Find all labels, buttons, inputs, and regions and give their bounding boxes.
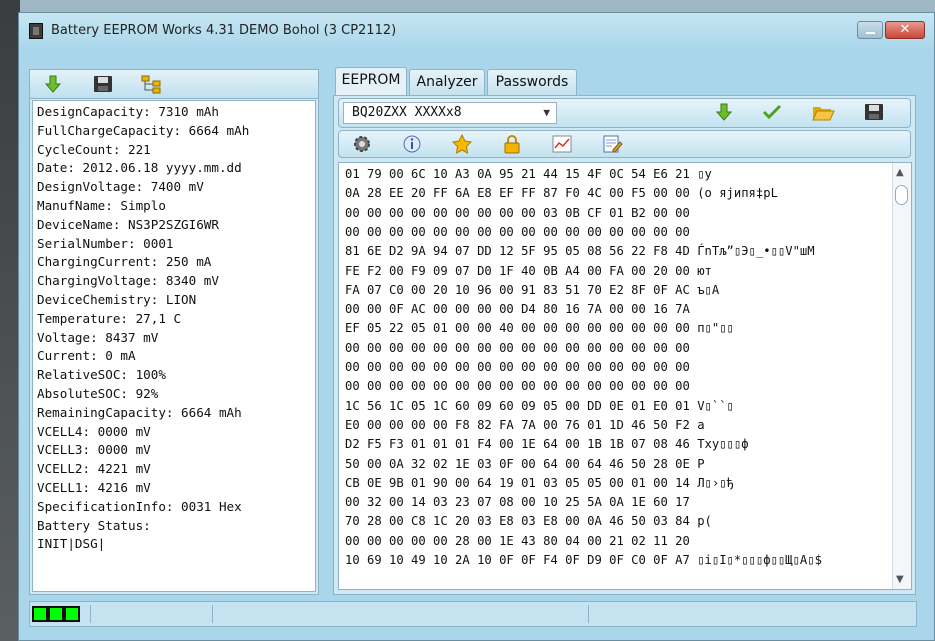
info-line: DesignVoltage: 7400 mV — [37, 179, 204, 195]
info-line: DesignCapacity: 7310 mAh — [37, 104, 219, 119]
hex-row: 00 00 00 00 00 00 00 00 00 00 00 00 00 0… — [345, 340, 690, 355]
hex-row: 00 00 0F AC 00 00 00 00 D4 80 16 7A 00 0… — [345, 302, 690, 317]
info-line: AbsoluteSOC: 92% — [37, 385, 159, 401]
title-bar[interactable]: Battery EEPROM Works 4.31 DEMO Bohol (3 … — [19, 13, 934, 51]
info-line: INIT|DSG| — [37, 536, 106, 552]
info-line: Battery Status: — [37, 517, 151, 533]
close-button[interactable]: ✕ — [885, 21, 925, 39]
battery-info-panel: DesignCapacity: 7310 mAh FullChargeCapaci… — [29, 69, 319, 595]
info-line: VCELL2: 4221 mV — [37, 461, 151, 477]
status-led-2 — [48, 606, 64, 622]
info-line: Current: 0 mA — [37, 348, 136, 364]
hex-row: 00 00 00 00 00 00 00 00 00 00 00 00 00 0… — [345, 360, 690, 374]
hex-row: FA 07 C0 00 20 10 96 00 91 83 51 70 E2 8… — [345, 282, 720, 297]
hex-row: 81 6E D2 9A 94 07 DD 12 5F 95 05 08 56 2… — [345, 244, 815, 259]
hex-row: D2 F5 F3 01 01 01 F4 00 1E 64 00 1B 1B 0… — [345, 437, 749, 452]
hex-row: 00 00 00 00 00 00 00 00 00 03 0B CF 01 B… — [345, 205, 690, 220]
chart-icon[interactable] — [551, 134, 573, 154]
lock-icon[interactable] — [501, 134, 523, 154]
status-separator — [212, 605, 213, 623]
info-icon[interactable] — [401, 134, 423, 154]
info-line: DeviceChemistry: LION — [37, 291, 197, 307]
desktop-edge — [0, 0, 20, 641]
eeprom-toolbar: BQ20ZXX XXXXx8 ▼ — [338, 98, 911, 128]
info-line: ManufName: Simplo — [37, 197, 166, 213]
hex-row: 00 00 00 00 00 28 00 1E 43 80 04 00 21 0… — [345, 533, 690, 548]
scroll-down-icon[interactable]: ▼ — [896, 574, 904, 585]
hex-row: 10 69 10 49 10 2A 10 0F 0F F4 0F D9 0F C… — [345, 553, 822, 567]
hex-row: 70 28 00 C8 1C 20 03 E8 03 E8 00 0A 46 5… — [345, 514, 712, 529]
chip-select-value: BQ20ZXX XXXXx8 — [352, 105, 462, 120]
info-line: Date: 2012.06.18 yyyy.mm.dd — [37, 160, 242, 176]
save-icon[interactable] — [92, 74, 114, 94]
hex-row: 50 00 0A 32 02 1E 03 0F 00 64 00 64 46 5… — [345, 456, 705, 471]
info-line: DeviceName: NS3P2SZGI6WR — [37, 216, 219, 232]
hex-row: 0A 28 EE 20 FF 6A E8 EF FF 87 F0 4C 00 F… — [345, 186, 778, 201]
eeprom-tab-body: BQ20ZXX XXXXx8 ▼ 01 79 00 6C 10 A3 0A 95… — [333, 95, 916, 595]
status-led-1 — [32, 606, 48, 622]
info-line: VCELL3: 0000 mV — [37, 442, 151, 458]
checkmark-icon[interactable] — [761, 102, 783, 122]
tab-eeprom[interactable]: EEPROM — [335, 67, 407, 95]
edit-document-icon[interactable] — [601, 134, 623, 154]
info-line: RelativeSOC: 100% — [37, 367, 166, 383]
hex-row: 00 32 00 14 03 23 07 08 00 10 25 5A 0A 1… — [345, 495, 690, 510]
info-line: CycleCount: 221 — [37, 141, 151, 157]
hex-row: 01 79 00 6C 10 A3 0A 95 21 44 15 4F 0C 5… — [345, 167, 712, 181]
battery-info-list: DesignCapacity: 7310 mAh FullChargeCapaci… — [32, 100, 316, 592]
download-arrow-icon[interactable] — [42, 74, 64, 94]
hex-row: 00 00 00 00 00 00 00 00 00 00 00 00 00 0… — [345, 379, 690, 394]
info-line: Voltage: 8437 mV — [37, 329, 159, 345]
left-toolbar — [30, 70, 318, 99]
status-separator — [90, 605, 91, 623]
open-folder-icon[interactable] — [811, 102, 835, 122]
eeprom-hex-view[interactable]: 01 79 00 6C 10 A3 0A 95 21 44 15 4F 0C 5… — [338, 162, 912, 590]
info-line: ChargingCurrent: 250 mA — [37, 254, 212, 270]
chevron-down-icon[interactable]: ▼ — [543, 103, 550, 123]
hex-row: 00 00 00 00 00 00 00 00 00 00 00 00 00 0… — [345, 224, 690, 239]
hex-row: CB 0E 9B 01 90 00 64 19 01 03 05 05 00 0… — [345, 475, 734, 490]
scroll-up-icon[interactable]: ▲ — [896, 167, 904, 178]
tools-toolbar — [338, 130, 911, 158]
info-line: VCELL4: 0000 mV — [37, 423, 151, 439]
info-line: SpecificationInfo: 0031 Hex — [37, 498, 242, 514]
info-line: FullChargeCapacity: 6664 mAh — [37, 122, 250, 138]
status-led-3 — [64, 606, 80, 622]
hex-row: 1C 56 1C 05 1C 60 09 60 09 05 00 DD 0E 0… — [345, 398, 734, 413]
info-line: Temperature: 27,1 C — [37, 310, 182, 326]
tree-icon[interactable] — [140, 74, 162, 94]
hex-row: EF 05 22 05 01 00 00 40 00 00 00 00 00 0… — [345, 321, 734, 336]
gear-icon[interactable] — [351, 134, 373, 154]
read-download-icon[interactable] — [713, 102, 735, 122]
minimize-button[interactable] — [857, 21, 883, 39]
save-icon[interactable] — [863, 102, 885, 122]
star-icon[interactable] — [451, 133, 473, 154]
info-line: RemainingCapacity: 6664 mAh — [37, 404, 242, 420]
info-line: VCELL1: 4216 mV — [37, 479, 151, 495]
app-icon — [29, 23, 43, 39]
status-bar — [29, 601, 917, 627]
hex-row: E0 00 00 00 00 F8 82 FA 7A 00 76 01 1D 4… — [345, 417, 705, 432]
info-line: SerialNumber: 0001 — [37, 235, 174, 251]
scrollbar-thumb[interactable] — [895, 185, 908, 205]
tab-analyzer[interactable]: Analyzer — [409, 69, 485, 95]
hex-row: FE F2 00 F9 09 07 D0 1F 40 0B A4 00 FA 0… — [345, 263, 712, 278]
info-line: ChargingVoltage: 8340 mV — [37, 273, 219, 289]
window-title: Battery EEPROM Works 4.31 DEMO Bohol (3 … — [51, 23, 397, 38]
eeprom-panel: EEPROM Analyzer Passwords BQ20ZXX XXXXx8… — [333, 67, 916, 595]
tab-passwords[interactable]: Passwords — [487, 69, 577, 95]
vertical-scrollbar[interactable]: ▲ ▼ — [892, 163, 911, 589]
chip-select[interactable]: BQ20ZXX XXXXx8 ▼ — [343, 102, 557, 124]
status-separator — [588, 605, 589, 623]
main-window: Battery EEPROM Works 4.31 DEMO Bohol (3 … — [18, 12, 935, 641]
